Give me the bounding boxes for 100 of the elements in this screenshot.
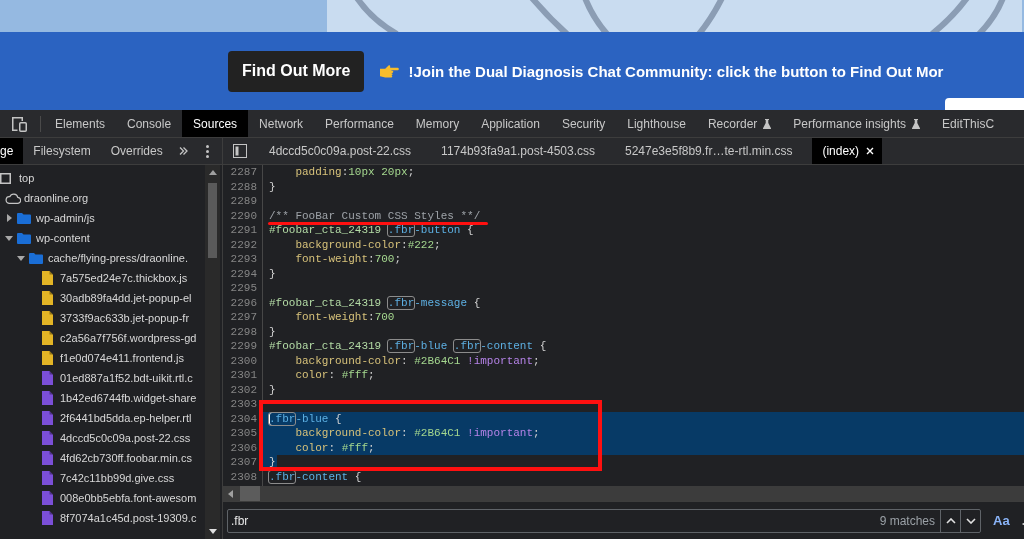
- navigator-tab[interactable]: Filesystem: [23, 138, 101, 164]
- file-icon: [42, 471, 53, 485]
- file-icon: [42, 311, 53, 325]
- devtools-tab[interactable]: Security: [550, 110, 617, 137]
- line-number: 2287: [230, 166, 257, 178]
- file-name[interactable]: 4fd62cb730ff.foobar.min.cs: [60, 452, 192, 464]
- code-line: padding:10px 20px;: [294, 165, 415, 180]
- folder-name[interactable]: wp-content: [36, 232, 90, 244]
- line-number: 2290: [230, 209, 257, 222]
- file-name[interactable]: 7a575ed24e7c.thickbox.js: [60, 272, 188, 284]
- editor-tab[interactable]: 4dccd5c0c09a.post-22.css: [259, 138, 432, 164]
- file-icon: [42, 291, 53, 305]
- file-name[interactable]: 8f7074a1c45d.post-19309.c: [60, 512, 197, 524]
- scroll-up-icon[interactable]: [208, 170, 217, 175]
- double-chevron-icon[interactable]: [178, 147, 188, 155]
- line-number: 2301: [230, 369, 257, 381]
- editor-tab[interactable]: 1174b93fa9a1.post-4503.css: [431, 138, 615, 164]
- match-count: 9 matches: [879, 513, 936, 528]
- cloud-icon: [5, 192, 21, 204]
- file-name[interactable]: 01ed887a1f52.bdt-uikit.rtl.c: [60, 372, 193, 384]
- navigator-tab[interactable]: ge: [0, 138, 24, 164]
- file-name[interactable]: 30adb89fa4dd.jet-popup-el: [60, 292, 192, 304]
- line-number: 2289: [230, 195, 257, 207]
- domain-label[interactable]: draonline.org: [24, 192, 89, 204]
- file-name[interactable]: 7c42c11bb99d.give.css: [60, 472, 175, 484]
- editor-tab[interactable]: 5247e3e5f8b9.fr…te-rtl.min.css: [615, 138, 813, 164]
- code-line: font-weight:700;: [294, 252, 402, 267]
- file-icon: [42, 371, 53, 385]
- caret-down-icon[interactable]: [17, 255, 25, 261]
- more-options-icon[interactable]: [206, 144, 209, 158]
- line-number: 2304: [230, 412, 257, 425]
- code-line: background-color: #2B64C1 !important;: [294, 426, 540, 441]
- devtools-tab[interactable]: Elements: [44, 110, 117, 137]
- code-line: color: #fff;: [294, 440, 375, 455]
- code-line: color: #fff;: [294, 368, 375, 383]
- scrollbar-track[interactable]: [223, 486, 1024, 501]
- line-number: 2298: [230, 325, 257, 338]
- devices-icon[interactable]: [11, 115, 27, 132]
- line-number: 2297: [230, 311, 257, 323]
- line-number: 2299: [230, 340, 257, 352]
- folder-name[interactable]: wp-admin/js: [36, 212, 95, 224]
- line-number: 2300: [230, 354, 257, 367]
- devtools-tab[interactable]: EditThisC: [931, 110, 1006, 137]
- banner-message: !Join the Dual Diagnosis Chat Community: click the button to Find Out Mor: [408, 62, 944, 80]
- code-line: }: [268, 179, 276, 194]
- frame-icon: [0, 172, 11, 184]
- caret-down-icon[interactable]: [5, 235, 13, 241]
- file-icon: [42, 351, 53, 365]
- file-icon: [42, 451, 53, 465]
- match-case-button[interactable]: Aa: [991, 513, 1012, 528]
- code-line: /** FooBar Custom CSS Styles **/: [268, 208, 481, 223]
- file-name[interactable]: 2f6441bd5dda.ep-helper.rtl: [60, 412, 192, 424]
- chevron-up-icon: [945, 517, 956, 524]
- file-name[interactable]: 1b42ed6744fb.widget-share: [60, 392, 197, 404]
- line-number: 2295: [230, 282, 257, 294]
- line-number: 2305: [230, 427, 257, 439]
- file-icon: [42, 431, 53, 445]
- devtools-tab[interactable]: Performance insights: [782, 110, 932, 137]
- file-icon: [42, 331, 53, 345]
- cta-button[interactable]: Find Out More: [228, 50, 365, 92]
- devtools-tab[interactable]: Performance: [314, 110, 405, 137]
- scroll-down-icon[interactable]: [208, 529, 217, 534]
- scrollbar-thumb[interactable]: [208, 183, 217, 258]
- file-name[interactable]: 4dccd5c0c09a.post-22.css: [60, 432, 191, 444]
- frame-label[interactable]: top: [19, 172, 35, 184]
- code-line: font-weight:700: [294, 310, 395, 325]
- line-number: 2306: [230, 441, 257, 454]
- navigator-tab[interactable]: Overrides: [100, 138, 173, 164]
- search-field[interactable]: .fbr: [228, 513, 880, 528]
- file-icon: [42, 491, 53, 505]
- file-name[interactable]: 3733f9ac633b.jet-popup-fr: [60, 312, 190, 324]
- sidebar-toggle-icon[interactable]: [233, 144, 247, 158]
- file-name[interactable]: f1e0d074e411.frontend.js: [60, 352, 184, 364]
- regex-button[interactable]: .: [1019, 513, 1024, 528]
- file-name[interactable]: 008e0bb5ebfa.font-awesom: [60, 492, 197, 504]
- devtools-tab[interactable]: Lighthouse: [616, 110, 697, 137]
- folder-icon: [29, 252, 43, 264]
- search-box[interactable]: .fbr 9 matches: [227, 508, 981, 533]
- folder-name[interactable]: cache/flying-press/draonline.: [48, 252, 189, 264]
- folder-icon: [17, 212, 31, 224]
- devtools-tab[interactable]: Console: [116, 110, 183, 137]
- code-line: }: [268, 324, 276, 339]
- line-number: 2302: [230, 383, 257, 396]
- devtools-tab[interactable]: Recorder: [696, 110, 783, 137]
- scrollbar-track[interactable]: [205, 165, 220, 539]
- chevron-down-icon: [965, 517, 976, 524]
- caret-right-icon[interactable]: [7, 214, 12, 222]
- devtools-tab[interactable]: Network: [248, 110, 315, 137]
- devtools-tab[interactable]: Memory: [404, 110, 471, 137]
- close-icon[interactable]: [866, 147, 875, 155]
- file-name[interactable]: c2a56a7f756f.wordpress-gd: [60, 332, 197, 344]
- scrollbar-thumb[interactable]: [240, 486, 260, 501]
- scroll-left-icon[interactable]: [228, 489, 233, 498]
- line-number: 2307: [230, 456, 257, 468]
- line-number: 2308: [230, 470, 257, 483]
- devtools-tab[interactable]: Application: [470, 110, 551, 137]
- code-line: background-color:#222;: [294, 237, 441, 252]
- editor-tab[interactable]: (index): [812, 138, 883, 164]
- line-number: 2291: [230, 224, 257, 236]
- devtools-tab[interactable]: Sources: [182, 110, 249, 137]
